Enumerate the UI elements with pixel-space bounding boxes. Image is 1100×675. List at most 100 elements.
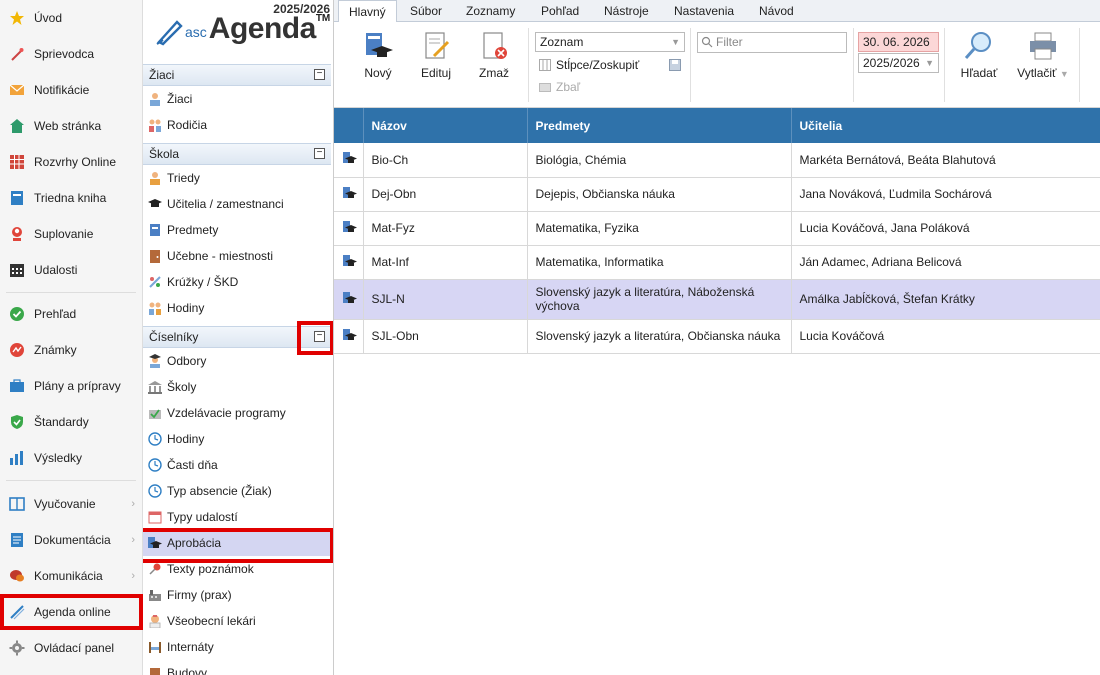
collapse-button[interactable]: Zbaľ [539, 80, 580, 94]
activity-icon [147, 274, 163, 290]
shield-icon [8, 413, 26, 431]
nav-item-sprievodca[interactable]: Sprievodca [0, 36, 143, 72]
find-button[interactable]: Hľadať [953, 30, 1005, 90]
cell-ucitelia: Ján Adamec, Adriana Belicová [791, 245, 1100, 280]
nav-item-agenda-online[interactable]: Agenda online [0, 594, 143, 630]
table-row[interactable]: Dej-Obn Dejepis, Občianska náuka Jana No… [334, 177, 1100, 212]
pen-logo-icon [156, 20, 183, 46]
mid-item-rodicia[interactable]: Rodičia [143, 112, 331, 138]
mid-item-skoly[interactable]: Školy [143, 374, 331, 400]
table-row[interactable]: Mat-Inf Matematika, Informatika Ján Adam… [334, 245, 1100, 280]
aprobacia-icon [147, 535, 163, 551]
cell-nazov: Mat-Inf [363, 245, 528, 280]
mail-icon [8, 81, 26, 99]
mid-item-kruzky[interactable]: Krúžky / ŠKD [143, 269, 331, 295]
nav-item-ovladaci-panel[interactable]: Ovládací panel [0, 630, 143, 666]
nav-item-standardy[interactable]: Štandardy [0, 404, 143, 440]
mid-item-hodiny[interactable]: Hodiny [143, 426, 331, 452]
filter-input[interactable]: Filter [697, 32, 847, 53]
agenda-side-panel: 2025/2026 asc Agenda TM Žiaci − Žiaci Ro… [143, 0, 334, 675]
date-field[interactable]: 30. 06. 2026 [858, 32, 939, 52]
cell-predmety: Matematika, Fyzika [527, 211, 792, 246]
collapse-toggle[interactable]: − [314, 148, 325, 159]
nav-item-uvod[interactable]: Úvod [0, 0, 143, 36]
nav-item-vyucovanie[interactable]: Vyučovanie › [0, 486, 143, 522]
mid-item-internaty[interactable]: Internáty [143, 634, 331, 660]
mid-item-vzdelavacie-programy[interactable]: Vzdelávacie programy [143, 400, 331, 426]
mid-item-budovy[interactable]: Budovy [143, 660, 331, 675]
section-header-skola[interactable]: Škola − [143, 143, 331, 165]
tab-nastroje[interactable]: Nástroje [594, 0, 659, 22]
mid-item-odbory[interactable]: Odbory [143, 348, 331, 374]
mid-item-ucitelia[interactable]: Učitelia / zamestnanci [143, 191, 331, 217]
mid-item-lekari[interactable]: Všeobecní lekári [143, 608, 331, 634]
mid-item-casti-dna[interactable]: Časti dňa [143, 452, 331, 478]
mid-item-aprobacia[interactable]: Aprobácia [143, 530, 331, 556]
nav-item-komunikacia[interactable]: Komunikácia › [0, 558, 143, 594]
mid-item-ziaci[interactable]: Žiaci [143, 86, 331, 112]
cell-predmety: Slovenský jazyk a literatúra, Náboženská… [527, 279, 792, 320]
nav-item-plany-a-pripravy[interactable]: Plány a prípravy [0, 368, 143, 404]
mid-item-firmy[interactable]: Firmy (prax) [143, 582, 331, 608]
graduate-icon [147, 353, 163, 369]
header-ucitelia[interactable]: Učitelia [791, 108, 1100, 143]
table-row-selected[interactable]: SJL-N Slovenský jazyk a literatúra, Nábo… [334, 279, 1100, 320]
header-predmety[interactable]: Predmety [527, 108, 792, 143]
table-row[interactable]: Mat-Fyz Matematika, Fyzika Lucia Kováčov… [334, 211, 1100, 246]
nav-item-prehlad[interactable]: Prehľad [0, 296, 143, 332]
tab-nastavenia[interactable]: Nastavenia [664, 0, 744, 22]
dropdown-caret-icon: ▼ [925, 58, 934, 68]
collapse-toggle[interactable]: − [314, 331, 325, 342]
nav-item-web-stranka[interactable]: Web stránka [0, 108, 143, 144]
dropdown-caret-icon: ▼ [671, 37, 680, 47]
nav-item-dokumentacia[interactable]: Dokumentácia › [0, 522, 143, 558]
pen-icon [8, 603, 26, 621]
tab-navod[interactable]: Návod [749, 0, 804, 22]
program-icon [147, 405, 163, 421]
tab-pohlad[interactable]: Pohľad [531, 0, 589, 22]
header-nazov[interactable]: Názov [363, 108, 528, 143]
person-icon [8, 225, 26, 243]
nav-item-notifikacie[interactable]: Notifikácie [0, 72, 143, 108]
cell-ucitelia: Lucia Kováčová [791, 319, 1100, 354]
mid-item-triedy[interactable]: Triedy [143, 165, 331, 191]
collapse-toggle[interactable]: − [314, 69, 325, 80]
cell-ucitelia: Amálka Jabĺčková, Štefan Krátky [791, 279, 1100, 320]
delete-button[interactable]: Zmaž [468, 30, 520, 90]
columns-button[interactable]: Stĺpce/Zoskupiť [539, 58, 639, 72]
nav-item-vysledky[interactable]: Výsledky [0, 440, 143, 476]
view-select[interactable]: Zoznam ▼ [535, 32, 685, 52]
table-row[interactable]: Bio-Ch Biológia, Chémia Markéta Bernátov… [334, 143, 1100, 178]
tab-zoznamy[interactable]: Zoznamy [456, 0, 525, 22]
chevron-right-icon: › [131, 534, 135, 546]
nav-item-rozvrhy-online[interactable]: Rozvrhy Online [0, 144, 143, 180]
tab-hlavny[interactable]: Hlavný [338, 0, 397, 23]
mid-item-hodiny-skola[interactable]: Hodiny [143, 295, 331, 321]
delete-icon [483, 32, 507, 59]
clock-icon [147, 431, 163, 447]
print-button[interactable]: Vytlačiť ▼ [1013, 30, 1073, 90]
mid-item-ucebne[interactable]: Učebne - miestnosti [143, 243, 331, 269]
new-button[interactable]: Nový [352, 30, 404, 90]
nav-item-znamky[interactable]: Známky [0, 332, 143, 368]
nav-item-udalosti[interactable]: Udalosti [0, 252, 143, 288]
student-icon [147, 91, 163, 107]
mid-item-predmety[interactable]: Predmety [143, 217, 331, 243]
section-header-ziaci[interactable]: Žiaci − [143, 64, 331, 86]
asc-agenda-logo: 2025/2026 asc Agenda TM [143, 0, 333, 64]
chevron-right-icon: › [131, 498, 135, 510]
save-layout-icon[interactable] [669, 59, 681, 71]
wand-icon [8, 45, 26, 63]
nav-item-triedna-kniha[interactable]: Triedna kniha [0, 180, 143, 216]
tab-subor[interactable]: Súbor [400, 0, 452, 22]
mid-item-texty-poznamok[interactable]: Texty poznámok [143, 556, 331, 582]
table-row[interactable]: SJL-Obn Slovenský jazyk a literatúra, Ob… [334, 319, 1100, 354]
school-year-select[interactable]: 2025/2026 ▼ [858, 53, 939, 73]
edit-button[interactable]: Edituj [410, 30, 462, 90]
mid-item-typy-udalosti[interactable]: Typy udalostí [143, 504, 331, 530]
section-header-ciselniky[interactable]: Číselníky − [143, 326, 331, 348]
nav-item-suplovanie[interactable]: Suplovanie [0, 216, 143, 252]
magnifier-icon [964, 32, 991, 59]
printer-icon [1030, 32, 1056, 60]
mid-item-typ-absencie[interactable]: Typ absencie (Žiak) [143, 478, 331, 504]
